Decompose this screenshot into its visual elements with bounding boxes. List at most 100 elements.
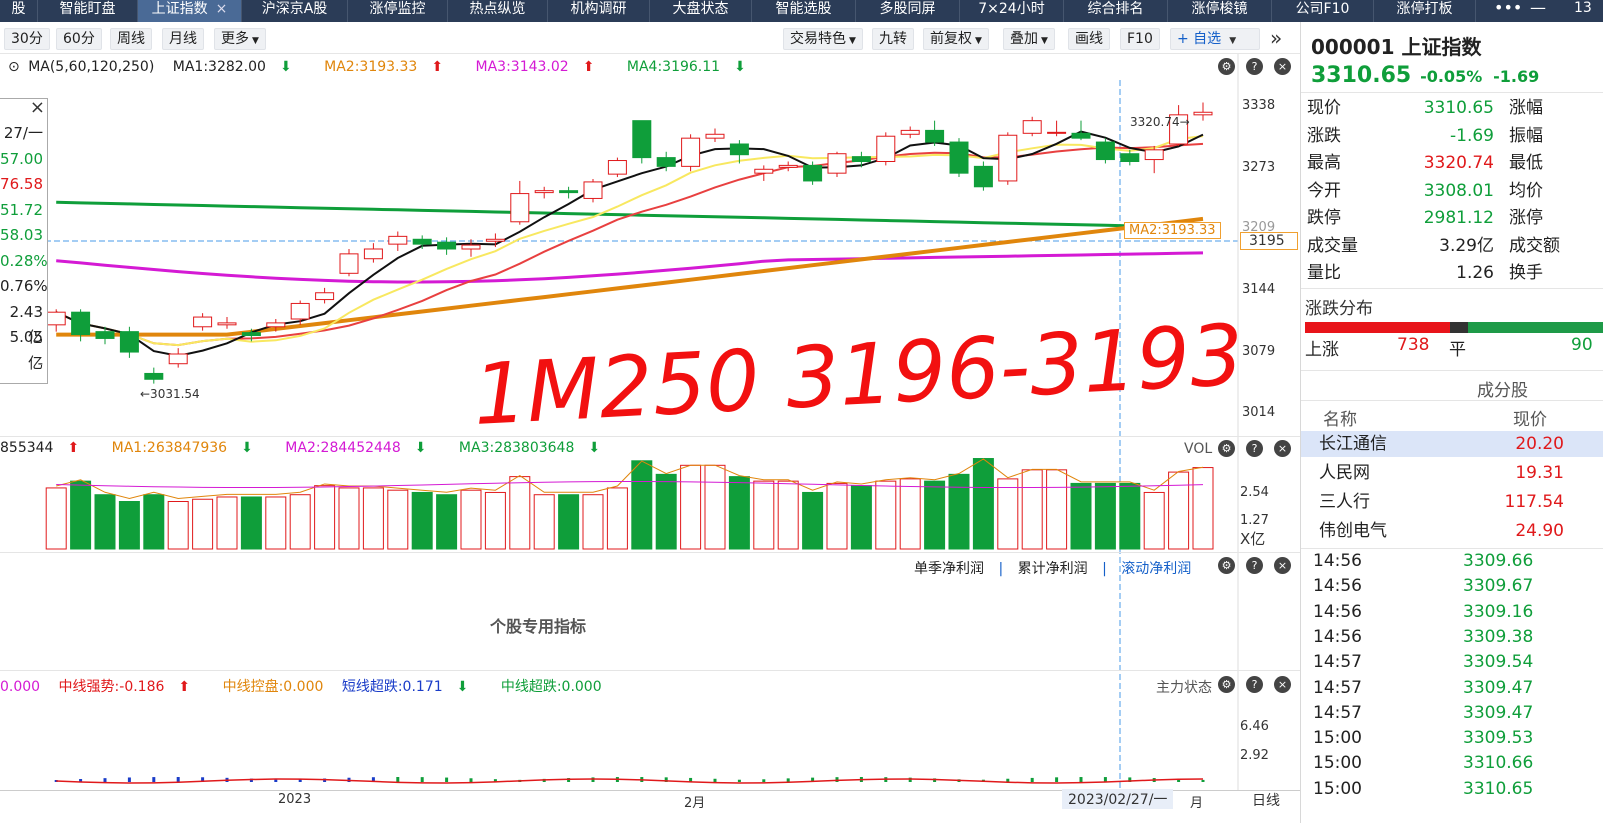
nav-tab-hotspots[interactable]: 热点纵览 <box>448 0 548 22</box>
help-icon[interactable]: ? <box>1246 440 1263 457</box>
tick-price: 3310.66 <box>1463 753 1534 774</box>
x-label-year: 2023 <box>278 792 312 807</box>
candle-body <box>95 331 115 339</box>
volume-bar <box>899 478 921 550</box>
minimize-icon[interactable]: — <box>1530 0 1546 17</box>
tick-row: 15:00 3309.53 <box>1301 726 1603 751</box>
stat-key: 跌停 <box>1307 208 1341 228</box>
chart-canvas[interactable]: 1M250 3196-3193 <box>0 54 1300 823</box>
volume-bar <box>680 464 702 550</box>
period-30m-button[interactable]: 30分 <box>4 28 50 50</box>
divider <box>0 670 1300 671</box>
tab-quarter-profit[interactable]: 单季净利润 <box>914 561 984 577</box>
settings-gear-icon[interactable]: ⚙ <box>1218 440 1235 457</box>
overlay-label: 叠加 <box>1010 31 1038 47</box>
candle-body <box>1047 131 1067 134</box>
nav-tab-multi-screen[interactable]: 多股同屏 <box>856 0 960 22</box>
settings-gear-icon[interactable]: ⚙ <box>1218 676 1235 693</box>
vol-current: 855344 ⬆ <box>0 440 93 456</box>
volume-bar <box>826 482 848 550</box>
info-amplitude: 0.76% <box>0 277 48 295</box>
volume-bar <box>70 480 92 550</box>
nav-tab-market-state[interactable]: 大盘状态 <box>650 0 752 22</box>
volume-bar <box>1119 482 1141 550</box>
ma-params[interactable]: MA(5,60,120,250) <box>28 59 154 75</box>
tab-cumulative-profit[interactable]: 累计净利润 <box>1018 561 1088 577</box>
nav-tab-limit-monitor[interactable]: 涨停监控 <box>348 0 448 22</box>
help-icon[interactable]: ? <box>1246 676 1263 693</box>
flow-mid-control: 中线控盘:0.000 <box>222 679 324 695</box>
nav-tab-smart-picks[interactable]: 智能选股 <box>752 0 856 22</box>
draw-line-button[interactable]: 画线 <box>1068 28 1110 50</box>
y-tick: 3338 <box>1242 98 1276 113</box>
close-icon[interactable]: × <box>1274 676 1291 693</box>
stat-key-2: 成交额 <box>1509 235 1560 256</box>
candle-body <box>315 292 335 301</box>
constituent-row[interactable]: 三人行 117.54 <box>1301 489 1603 515</box>
nav-tab-f10[interactable]: 公司F10 <box>1272 0 1374 22</box>
tab-rolling-profit[interactable]: 滚动净利润 <box>1121 561 1191 577</box>
constituent-row[interactable]: 人民网 19.31 <box>1301 460 1603 486</box>
vol-ma2-text: MA2:284452448 <box>285 440 401 456</box>
constituent-row[interactable]: 伟创电气 24.90 <box>1301 518 1603 544</box>
arrow-up-icon: ⬆ <box>67 440 80 456</box>
vol-current-text: 855344 <box>0 440 54 456</box>
chart-toolbar: 30分 60分 周线 月线 更多 ▼ 交易特色 ▼ 九转 前复权 ▼ 叠加 ▼ 画线 F… <box>0 22 1330 54</box>
nine-turn-button[interactable]: 九转 <box>872 28 914 50</box>
period-label[interactable]: 日线 <box>1252 790 1280 810</box>
period-60m-button[interactable]: 60分 <box>56 28 102 50</box>
trade-feature-button[interactable]: 交易特色 ▼ <box>783 28 863 50</box>
nav-tab-sse-index[interactable]: 上证指数 × <box>138 0 242 22</box>
nav-tab-smart-watch[interactable]: 智能盯盘 <box>38 0 138 22</box>
nav-tab-inst-research[interactable]: 机构调研 <box>548 0 650 22</box>
info-close: 58.03 <box>0 226 43 244</box>
help-icon[interactable]: ? <box>1246 58 1263 75</box>
period-more-button[interactable]: 更多 ▼ <box>214 28 266 50</box>
candle-body <box>656 157 676 167</box>
nav-tab-24h[interactable]: 7×24小时 <box>960 0 1064 22</box>
constituent-price: 19.31 <box>1515 463 1564 483</box>
close-icon[interactable]: × <box>1274 557 1291 574</box>
close-icon[interactable]: × <box>1274 440 1291 457</box>
y-tick: 3144 <box>1242 282 1276 297</box>
last-price: 3310.65 <box>1311 63 1412 88</box>
flow-mid-strong-text: 中线强势:-0.186 <box>58 679 165 695</box>
chevron-down-icon: ▼ <box>252 36 259 46</box>
more-icon[interactable]: ••• <box>1494 0 1522 17</box>
quote-panel: 000001 上证指数 3310.65 -0.05% -1.69 现价 3310.… <box>1300 22 1603 823</box>
close-icon[interactable]: × <box>216 1 228 17</box>
close-icon[interactable]: × <box>1274 58 1291 75</box>
nav-tab-stock[interactable]: 股 <box>0 0 38 22</box>
nav-tab-limit-prism[interactable]: 涨停梭镜 <box>1168 0 1272 22</box>
candle-body <box>217 322 237 326</box>
candle-body <box>534 190 554 194</box>
nav-tab-limit-board[interactable]: 涨停打板 <box>1374 0 1476 22</box>
candle-body <box>754 168 774 174</box>
period-week-button[interactable]: 周线 <box>110 28 152 50</box>
divider <box>1301 92 1603 93</box>
period-month-button[interactable]: 月线 <box>162 28 204 50</box>
constituent-name: 三人行 <box>1319 492 1370 512</box>
nav-tab-ranking[interactable]: 综合排名 <box>1064 0 1168 22</box>
tick-row: 14:56 3309.16 <box>1301 600 1603 625</box>
ma-red-line <box>55 142 1204 347</box>
volume-bar <box>192 498 214 550</box>
y-tick: 3273 <box>1242 160 1276 175</box>
f10-button[interactable]: F10 <box>1120 28 1160 50</box>
chevron-down-icon[interactable]: ▼ <box>1229 36 1236 46</box>
help-icon[interactable]: ? <box>1246 557 1263 574</box>
stat-key: 量比 <box>1307 263 1341 283</box>
settings-gear-icon[interactable]: ⚙ <box>1218 557 1235 574</box>
ma-indicator-row: ⊙ MA(5,60,120,250) MA1:3282.00 ⬇ MA2:3193… <box>8 59 774 75</box>
settings-gear-icon[interactable]: ⚙ <box>1218 58 1235 75</box>
nav-tab-a-shares[interactable]: 沪深京A股 <box>242 0 348 22</box>
constituent-row[interactable]: 长江通信 20.20 <box>1301 431 1603 457</box>
close-icon[interactable]: × <box>30 97 45 118</box>
collapse-circle-icon[interactable]: ⊙ <box>8 59 20 75</box>
add-watchlist-button[interactable]: + 自选 ▼ <box>1170 28 1260 50</box>
constituent-price: 20.20 <box>1515 434 1564 454</box>
adjust-button[interactable]: 前复权 ▼ <box>923 28 989 50</box>
volume-bar <box>631 460 653 550</box>
overlay-button[interactable]: 叠加 ▼ <box>1003 28 1055 50</box>
collapse-panel-icon[interactable]: » <box>1270 26 1282 50</box>
